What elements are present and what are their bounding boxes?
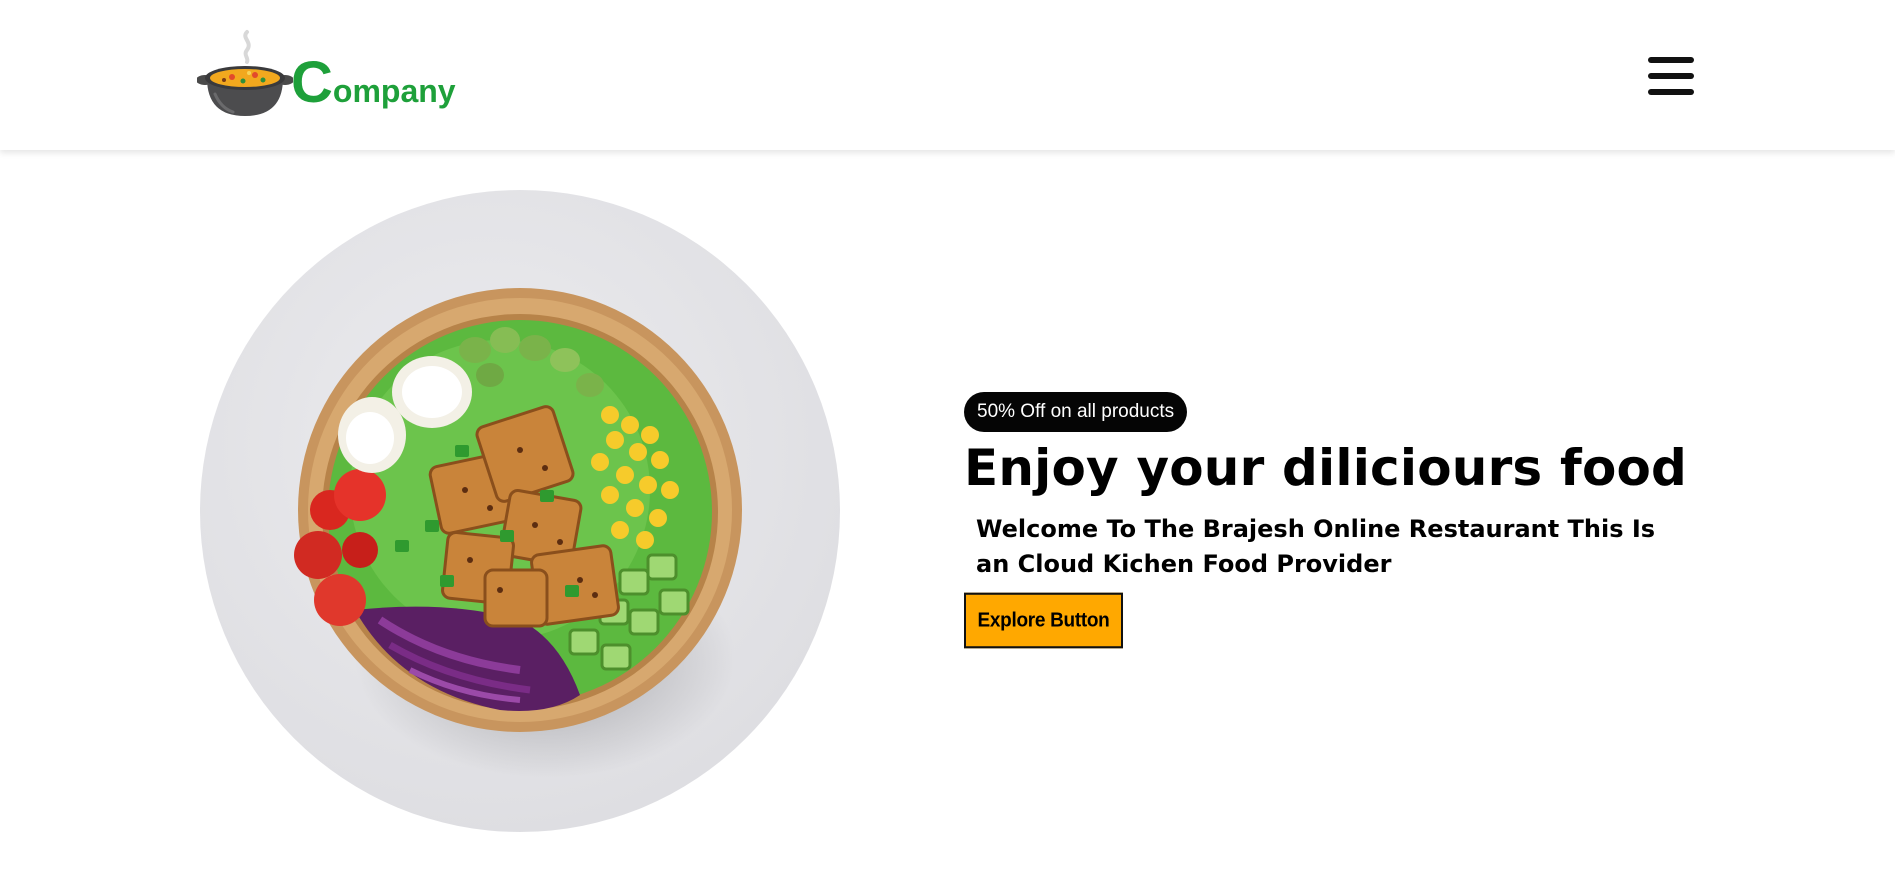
hero-subheadline: Welcome To The Brajesh Online Restaurant… bbox=[976, 515, 1656, 578]
soup-pot-icon bbox=[197, 30, 293, 116]
hero-headline: Enjoy your diliciours food bbox=[964, 439, 1688, 497]
menu-bar-top bbox=[1648, 57, 1694, 63]
discount-badge: 50% Off on all products bbox=[964, 392, 1188, 432]
logo-initial: C bbox=[291, 50, 333, 115]
explore-button[interactable]: Explore Button bbox=[964, 592, 1123, 649]
site-header: Company bbox=[0, 0, 1895, 150]
company-logo[interactable]: Company bbox=[197, 28, 457, 118]
menu-bar-middle bbox=[1648, 73, 1694, 79]
logo-wordmark: Company bbox=[291, 54, 456, 120]
salad-bowl-image bbox=[200, 190, 840, 832]
hero-content: 50% Off on all products Enjoy your dilic… bbox=[964, 392, 1688, 649]
hero-image bbox=[200, 190, 840, 832]
hamburger-menu-icon[interactable] bbox=[1648, 54, 1696, 98]
menu-bar-bottom bbox=[1648, 89, 1694, 95]
logo-rest: ompany bbox=[332, 73, 456, 109]
